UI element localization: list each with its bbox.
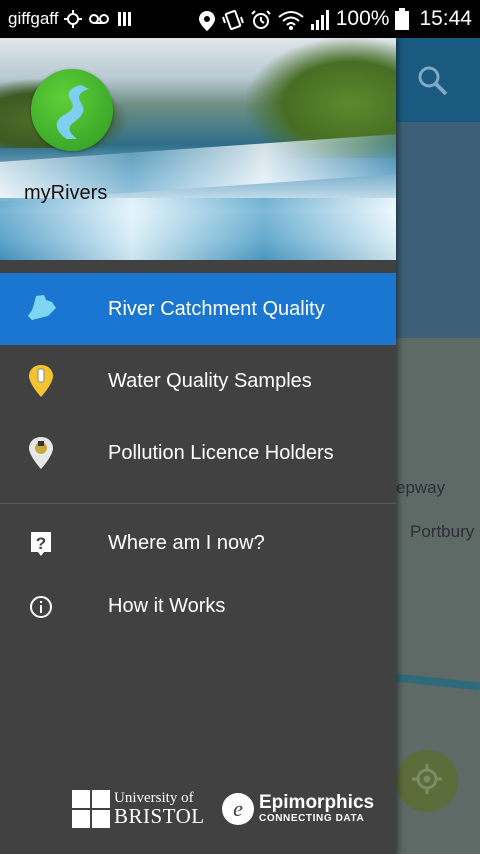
carrier-name: giffgaff <box>8 9 59 28</box>
menu-item-label: How it Works <box>108 595 226 617</box>
epimorphics-tagline: CONNECTING DATA <box>259 813 365 824</box>
alarm-icon <box>250 10 272 29</box>
map-view[interactable]: epway Portbury <box>396 38 480 854</box>
menu-divider <box>0 503 396 504</box>
map-toolbar <box>396 38 480 122</box>
menu-item-water-quality-samples[interactable]: Water Quality Samples <box>0 345 396 417</box>
epimorphics-logo[interactable]: e Epimorphics CONNECTING DATA <box>222 790 374 828</box>
battery-percentage: 100% <box>335 7 390 30</box>
menu-item-how-it-works[interactable]: How it Works <box>0 575 396 638</box>
sim-bars-icon <box>116 10 134 28</box>
voicemail-icon <box>88 10 110 28</box>
my-location-icon <box>410 762 444 801</box>
menu-item-label: Pollution Licence Holders <box>108 441 334 464</box>
university-of-bristol-logo[interactable]: University of BRISTOL <box>72 790 205 828</box>
menu-item-river-catchment-quality[interactable]: River Catchment Quality <box>0 273 396 345</box>
battery-icon <box>395 8 410 30</box>
menu-item-label: River Catchment Quality <box>108 297 325 320</box>
menu-item-label: Where am I now? <box>108 532 265 554</box>
sync-icon <box>64 10 83 28</box>
signal-icon <box>310 10 330 30</box>
epimorphics-mark-icon: e <box>222 793 254 825</box>
bristol-crest-icon <box>72 790 110 828</box>
help-icon: ? <box>24 527 58 561</box>
vibrate-icon <box>221 10 244 30</box>
my-location-button[interactable] <box>396 750 458 812</box>
drawer-header: myRivers <box>0 38 396 260</box>
licence-marker-icon <box>24 436 58 470</box>
sample-marker-icon <box>24 364 58 398</box>
footer-logos: University of BRISTOL e Epimorphics CONN… <box>0 790 396 830</box>
map-place-label: epway <box>396 478 446 497</box>
info-icon <box>24 590 58 624</box>
epimorphics-name: Epimorphics <box>259 792 375 813</box>
app-name: myRivers <box>24 182 108 204</box>
menu-item-label: Water Quality Samples <box>108 369 312 392</box>
menu-item-where-am-i-now[interactable]: ? Where am I now? <box>0 512 396 575</box>
header-water <box>0 198 396 260</box>
status-bar: giffgaff 100% 15:44 <box>0 0 480 38</box>
wifi-icon <box>278 10 304 30</box>
catchment-icon <box>24 292 58 326</box>
location-icon <box>198 10 216 31</box>
search-icon[interactable] <box>416 64 450 98</box>
navigation-drawer: myRivers River Catchment Quality Water Q… <box>0 38 396 854</box>
clock: 15:44 <box>419 7 472 30</box>
svg-text:?: ? <box>36 534 46 553</box>
map-place-label: Portbury <box>410 522 475 541</box>
river-logo-icon <box>31 69 113 151</box>
menu-item-pollution-licence-holders[interactable]: Pollution Licence Holders <box>0 417 396 489</box>
university-line2: BRISTOL <box>114 804 205 828</box>
